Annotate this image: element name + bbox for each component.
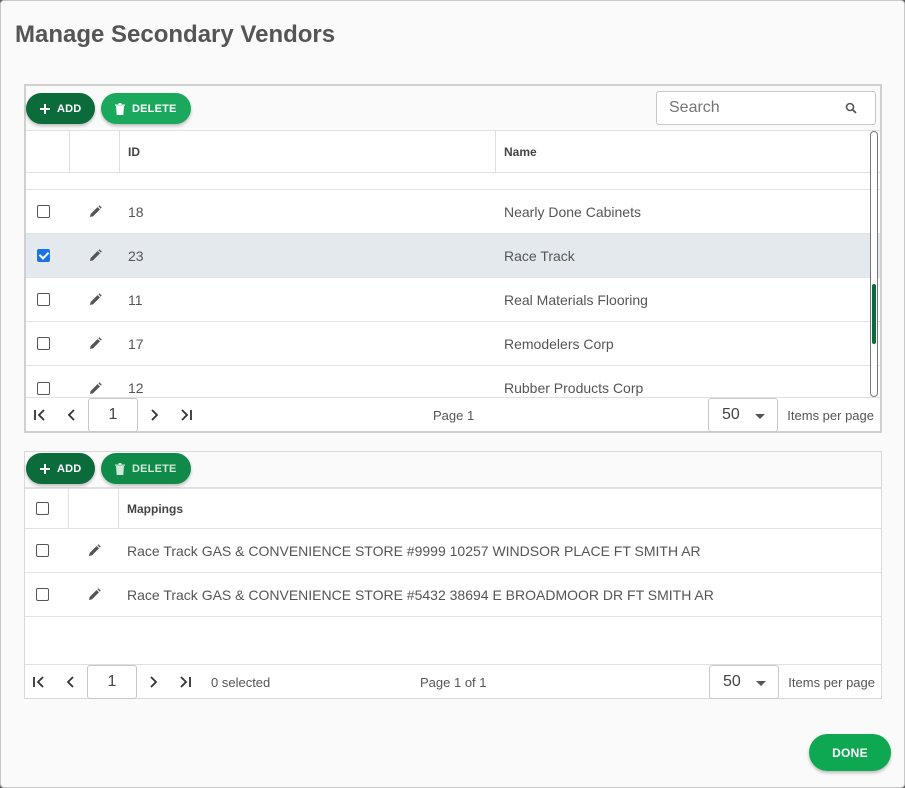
done-button[interactable]: DONE	[809, 734, 891, 771]
next-page-icon[interactable]	[146, 407, 162, 423]
header-edit-cell	[70, 131, 120, 172]
vendors-grid: ADD DELETE ID Name 18 Nearly Done Cabine…	[24, 84, 882, 433]
mappings-delete-button[interactable]: DELETE	[101, 453, 191, 484]
row-checkbox[interactable]	[36, 588, 49, 601]
items-per-page-value: 50	[722, 406, 740, 423]
prev-page-icon[interactable]	[64, 407, 80, 423]
vendors-scrollbar[interactable]	[870, 131, 878, 397]
mappings-add-button[interactable]: ADD	[26, 453, 96, 484]
header-mappings[interactable]: Mappings	[119, 489, 883, 528]
plus-icon	[40, 463, 50, 474]
pencil-icon[interactable]	[89, 337, 102, 350]
header-edit-cell	[69, 489, 119, 528]
header-id-label: ID	[128, 144, 140, 159]
items-per-page-label: Items per page	[787, 408, 874, 423]
row-checkbox[interactable]	[37, 337, 50, 350]
pencil-icon[interactable]	[89, 381, 102, 395]
header-mappings-label: Mappings	[127, 501, 183, 516]
first-page-icon[interactable]	[32, 407, 48, 423]
vendors-delete-button[interactable]: DELETE	[101, 93, 191, 124]
items-per-page-value: 50	[723, 673, 741, 690]
page-info: Page 1 of 1	[420, 675, 487, 690]
table-row[interactable]: 23 Race Track	[26, 234, 880, 278]
search-box	[656, 91, 876, 125]
scrollbar-thumb[interactable]	[872, 284, 876, 344]
search-icon[interactable]	[845, 102, 857, 114]
row-id: 11	[128, 291, 143, 308]
table-row[interactable]: 11 Real Materials Flooring	[26, 278, 880, 322]
row-checkbox[interactable]	[37, 381, 50, 395]
header-select-cell	[25, 489, 69, 528]
row-name: Nearly Done Cabinets	[504, 203, 641, 220]
selected-count: 0 selected	[211, 675, 271, 690]
vendors-delete-label: DELETE	[132, 102, 177, 115]
first-page-icon[interactable]	[31, 674, 47, 690]
row-name: Remodelers Corp	[504, 335, 614, 352]
header-id[interactable]: ID	[120, 131, 496, 172]
vendors-pager: 1 Page 1 50 Items per page	[26, 397, 880, 432]
mappings-pager: 1 0 selected Page 1 of 1 50 Items per pa…	[25, 664, 881, 699]
pencil-icon[interactable]	[88, 588, 101, 601]
mappings-header-row: Mappings	[25, 488, 881, 529]
plus-icon	[40, 103, 50, 114]
vendors-add-label: ADD	[57, 102, 82, 115]
row-id: 18	[128, 203, 144, 220]
search-input[interactable]	[657, 92, 827, 124]
header-select-cell	[26, 131, 70, 172]
trash-icon	[115, 102, 125, 115]
vendors-toolbar: ADD DELETE	[26, 86, 880, 131]
select-all-checkbox[interactable]	[36, 502, 49, 515]
mappings-grid: ADD DELETE Mappings Race Track GAS & CON…	[24, 451, 882, 699]
last-page-icon[interactable]	[177, 674, 193, 690]
row-name: Real Materials Flooring	[504, 291, 648, 308]
vendors-header-row: ID Name	[26, 131, 880, 173]
mappings-delete-label: DELETE	[132, 462, 177, 475]
table-row[interactable]: 12 Rubber Products Corp	[26, 366, 880, 399]
table-row[interactable]: 18 Nearly Done Cabinets	[26, 190, 880, 234]
mappings-add-label: ADD	[57, 462, 82, 475]
table-row[interactable]: 17 Remodelers Corp	[26, 322, 880, 366]
trash-icon	[115, 462, 125, 475]
row-name: Rubber Products Corp	[504, 380, 644, 396]
items-per-page-select[interactable]: 50	[708, 398, 778, 432]
vendors-add-button[interactable]: ADD	[26, 93, 96, 124]
header-name-label: Name	[504, 144, 537, 159]
row-id: 17	[128, 335, 144, 352]
mappings-toolbar: ADD DELETE	[25, 452, 881, 488]
items-per-page-select[interactable]: 50	[709, 665, 779, 699]
row-checkbox[interactable]	[36, 544, 49, 557]
row-id: 12	[128, 380, 144, 396]
manage-vendors-dialog: Manage Secondary Vendors ADD DELETE ID N…	[0, 0, 905, 788]
dialog-title: Manage Secondary Vendors	[15, 21, 336, 48]
row-mapping: Race Track GAS & CONVENIENCE STORE #9999…	[127, 542, 701, 559]
table-row[interactable]: Race Track GAS & CONVENIENCE STORE #9999…	[25, 529, 881, 573]
page-info: Page 1	[433, 408, 475, 423]
row-checkbox[interactable]	[37, 205, 50, 218]
pencil-icon[interactable]	[88, 544, 101, 557]
items-per-page-label: Items per page	[788, 675, 875, 690]
pencil-icon[interactable]	[89, 205, 102, 218]
page-number-input[interactable]: 1	[88, 398, 138, 432]
chevron-down-icon	[755, 414, 765, 419]
pencil-icon[interactable]	[89, 249, 102, 262]
row-mapping: Race Track GAS & CONVENIENCE STORE #5432…	[127, 586, 714, 603]
chevron-down-icon	[756, 681, 766, 686]
page-number-input[interactable]: 1	[87, 665, 137, 699]
row-id: 23	[128, 247, 144, 264]
row-checkbox[interactable]	[37, 293, 50, 306]
table-row[interactable]: Race Track GAS & CONVENIENCE STORE #5432…	[25, 573, 881, 617]
last-page-icon[interactable]	[178, 407, 194, 423]
table-row-partial	[26, 174, 880, 190]
header-name[interactable]: Name	[496, 131, 874, 172]
prev-page-icon[interactable]	[63, 674, 79, 690]
row-checkbox[interactable]	[37, 249, 50, 262]
pencil-icon[interactable]	[89, 293, 102, 306]
next-page-icon[interactable]	[145, 674, 161, 690]
row-name: Race Track	[504, 247, 575, 264]
